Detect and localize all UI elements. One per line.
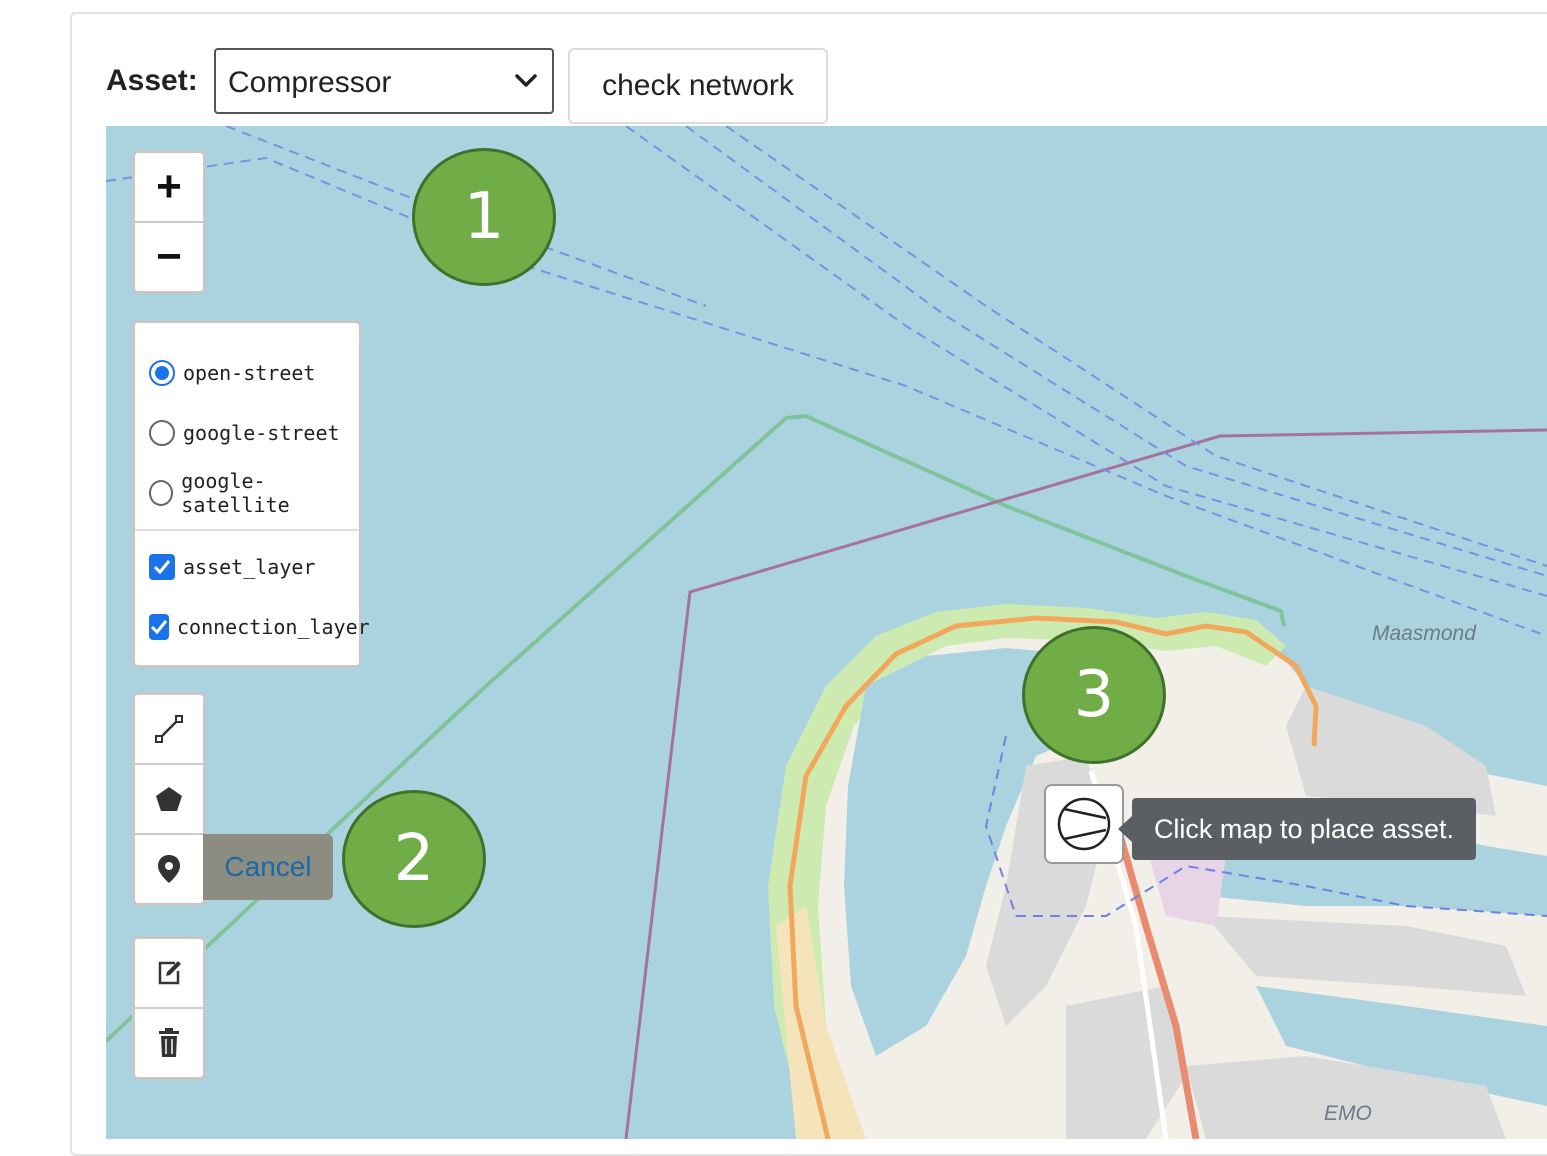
zoom-in-button[interactable]: + (135, 153, 203, 221)
radio-selected[interactable] (149, 360, 175, 386)
base-layer-open-street[interactable]: open-street (135, 343, 359, 403)
layer-label: google-satellite (181, 469, 290, 517)
draw-marker-button[interactable] (135, 833, 203, 903)
edit-icon (158, 961, 181, 985)
annotation-badge-3: 3 (1022, 626, 1166, 764)
zoom-out-button[interactable]: − (135, 221, 203, 291)
annotation-badge-1: 1 (412, 148, 556, 286)
base-layer-google-street[interactable]: google-street (135, 403, 359, 463)
draw-toolbar (132, 692, 206, 906)
asset-type-select[interactable]: Compressor (214, 48, 554, 114)
checkbox-checked[interactable] (149, 614, 169, 640)
edit-toolbar (132, 936, 206, 1080)
radio-unselected[interactable] (149, 480, 174, 506)
overlay-asset-layer[interactable]: asset_layer (135, 537, 359, 597)
place-label-emo: EMO (1324, 1102, 1372, 1125)
draw-polyline-button[interactable] (135, 695, 203, 763)
asset-label: Asset: (106, 64, 198, 97)
compressor-icon (1057, 797, 1111, 851)
draw-polygon-button[interactable] (135, 763, 203, 833)
radio-unselected[interactable] (149, 420, 175, 446)
delete-layers-button[interactable] (135, 1007, 203, 1077)
check-icon (150, 620, 168, 635)
layer-label: open-street (183, 361, 316, 385)
overlay-connection-layer[interactable]: connection_layer (135, 597, 370, 657)
edit-layers-button[interactable] (135, 939, 203, 1007)
check-network-button[interactable]: check network (568, 48, 828, 124)
asset-select-value: Compressor (228, 66, 392, 99)
map-canvas[interactable]: Maasmond EMO + − open-street google-stre… (106, 126, 1547, 1139)
shipping-lane-3 (685, 126, 1547, 577)
layer-label: connection_layer (177, 615, 370, 639)
polyline-icon (155, 715, 183, 743)
layer-control: open-street google-street google-satelli… (132, 320, 370, 668)
base-layer-google-satellite[interactable]: google-satellite (135, 463, 359, 523)
compressor-asset-marker[interactable] (1044, 784, 1124, 864)
marker-icon (158, 855, 180, 883)
layer-label: google-street (183, 421, 340, 445)
shipping-lane-4 (725, 126, 1547, 567)
zoom-control: + − (132, 150, 206, 294)
cancel-button[interactable]: Cancel (203, 834, 333, 900)
layer-label: asset_layer (183, 555, 316, 579)
layer-divider (135, 529, 359, 531)
chevron-down-icon (515, 74, 537, 87)
annotation-badge-2: 2 (342, 790, 486, 928)
place-asset-tooltip: Click map to place asset. (1118, 798, 1476, 860)
polygon-icon (156, 787, 182, 811)
check-icon (153, 560, 171, 575)
place-label-maasmond: Maasmond (1372, 622, 1476, 645)
shipping-lane-2 (625, 126, 1547, 597)
checkbox-checked[interactable] (149, 554, 175, 580)
trash-icon (159, 1028, 179, 1057)
